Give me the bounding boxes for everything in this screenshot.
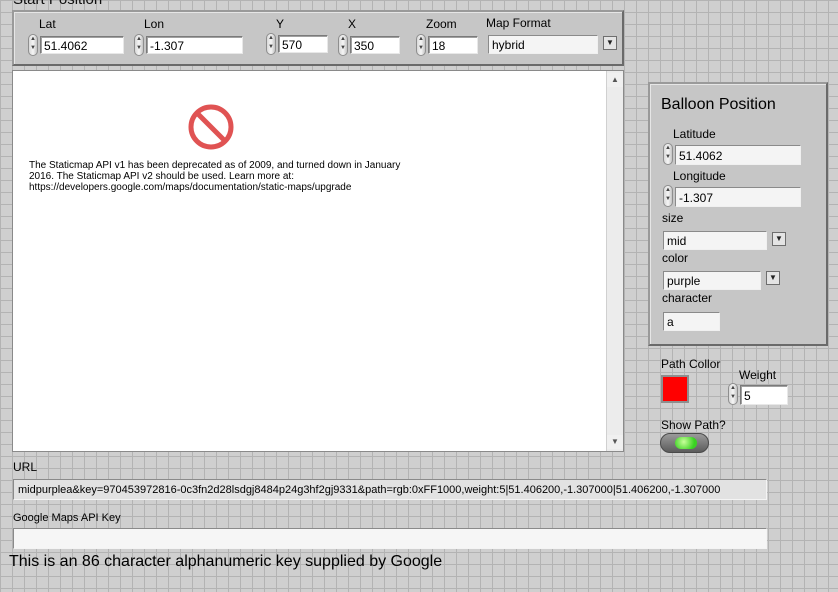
latitude-input[interactable]: 51.4062: [675, 145, 801, 165]
zoom-input[interactable]: 18: [428, 36, 478, 54]
start-position-title: Start Position: [13, 0, 102, 8]
y-input[interactable]: 570: [278, 35, 328, 53]
scroll-down-icon[interactable]: ▼: [607, 435, 623, 449]
color-select[interactable]: purple: [663, 271, 761, 290]
character-label: character: [662, 291, 713, 305]
show-path-label: Show Path?: [661, 418, 726, 432]
balloon-position-panel: Balloon Position Latitude ▲ ▼ 51.4062 Lon…: [648, 82, 828, 346]
size-select[interactable]: mid: [663, 231, 767, 250]
x-label: X: [348, 17, 357, 31]
zoom-spinner[interactable]: ▲ ▼: [416, 34, 426, 56]
zoom-label: Zoom: [426, 17, 457, 31]
y-spinner[interactable]: ▲ ▼: [266, 33, 276, 55]
character-input[interactable]: a: [663, 312, 720, 331]
size-label: size: [662, 211, 684, 225]
color-label: color: [662, 251, 689, 265]
weight-spinner[interactable]: ▲ ▼: [728, 383, 738, 405]
latitude-label: Latitude: [673, 127, 716, 141]
color-dropdown-icon[interactable]: ▼: [766, 271, 780, 285]
show-path-led-icon: [675, 437, 697, 449]
x-spinner[interactable]: ▲ ▼: [338, 34, 348, 56]
balloon-position-title: Balloon Position: [661, 96, 776, 113]
lat-input[interactable]: 51.4062: [40, 36, 124, 54]
path-color-label: Path Collor: [661, 357, 721, 371]
map-format-dropdown-icon[interactable]: ▼: [603, 36, 617, 50]
lon-spinner[interactable]: ▲ ▼: [134, 34, 144, 56]
map-format-label: Map Format: [486, 16, 551, 30]
scroll-up-icon[interactable]: ▲: [607, 73, 623, 87]
longitude-label: Longitude: [673, 169, 726, 183]
map-image-frame: The Staticmap API v1 has been deprecated…: [12, 70, 624, 452]
deprecation-message: The Staticmap API v1 has been deprecated…: [29, 160, 401, 193]
path-color-swatch[interactable]: [661, 375, 689, 403]
show-path-toggle[interactable]: [660, 433, 709, 453]
y-label: Y: [276, 17, 285, 31]
longitude-spinner[interactable]: ▲ ▼: [663, 185, 673, 207]
prohibited-icon: [188, 104, 234, 150]
lat-label: Lat: [39, 17, 56, 31]
api-key-field[interactable]: [13, 528, 767, 549]
map-scrollbar[interactable]: ▲ ▼: [606, 71, 623, 451]
weight-input[interactable]: 5: [740, 385, 788, 405]
size-dropdown-icon[interactable]: ▼: [772, 232, 786, 246]
x-input[interactable]: 350: [350, 36, 400, 54]
api-key-label: Google Maps API Key: [13, 512, 121, 524]
map-format-select[interactable]: hybrid: [488, 35, 598, 54]
url-label: URL: [13, 460, 38, 474]
url-field[interactable]: midpurplea&key=970453972816-0c3fn2d28lsd…: [13, 479, 767, 500]
lon-input[interactable]: -1.307: [146, 36, 243, 54]
lon-label: Lon: [144, 17, 165, 31]
start-position-panel: Lat ▲ ▼ 51.4062 Lon ▲ ▼ -1.307 Y ▲ ▼ 570 X …: [12, 10, 624, 66]
api-key-note: This is an 86 character alphanumeric key…: [9, 553, 443, 570]
longitude-input[interactable]: -1.307: [675, 187, 801, 207]
weight-label: Weight: [739, 368, 777, 382]
lat-spinner[interactable]: ▲ ▼: [28, 34, 38, 56]
latitude-spinner[interactable]: ▲ ▼: [663, 143, 673, 165]
